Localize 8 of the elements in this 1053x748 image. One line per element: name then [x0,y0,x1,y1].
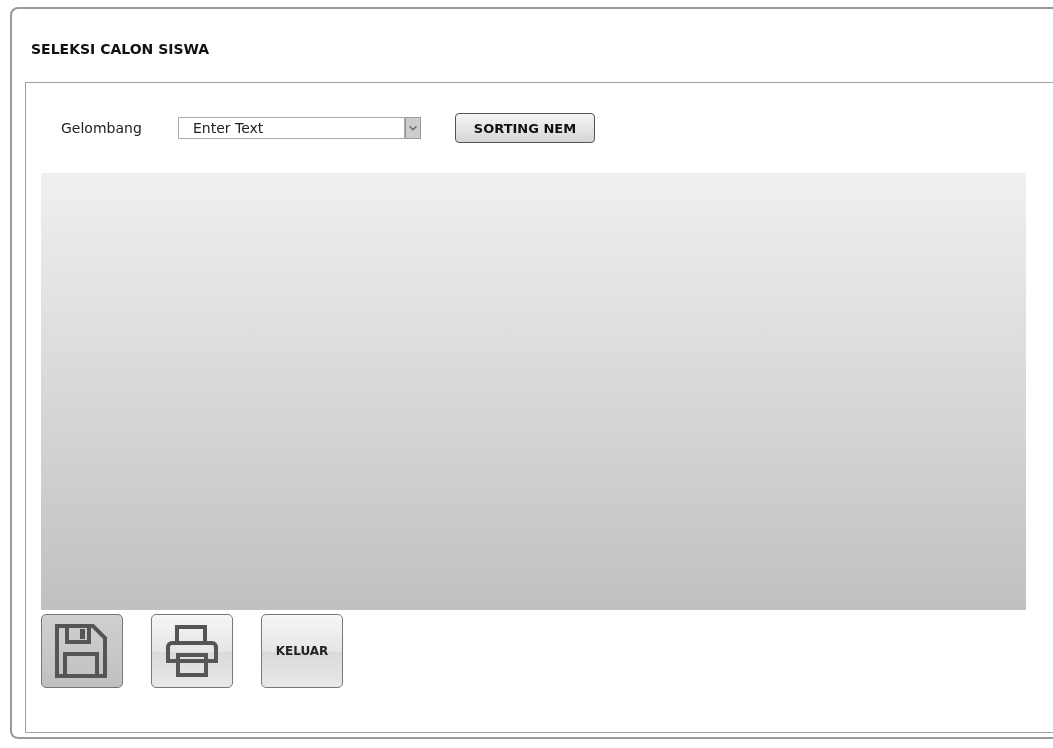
printer-icon [164,625,220,677]
field-label: Gelombang [61,120,143,136]
save-button[interactable] [41,614,123,688]
dropdown-field[interactable]: Enter Text [178,117,405,139]
exit-button[interactable]: KELUAR [261,614,343,688]
sort-button[interactable]: SORTING NEM [455,113,595,143]
window-title: SELEKSI CALON SISWA [31,41,210,57]
print-button[interactable] [151,614,233,688]
